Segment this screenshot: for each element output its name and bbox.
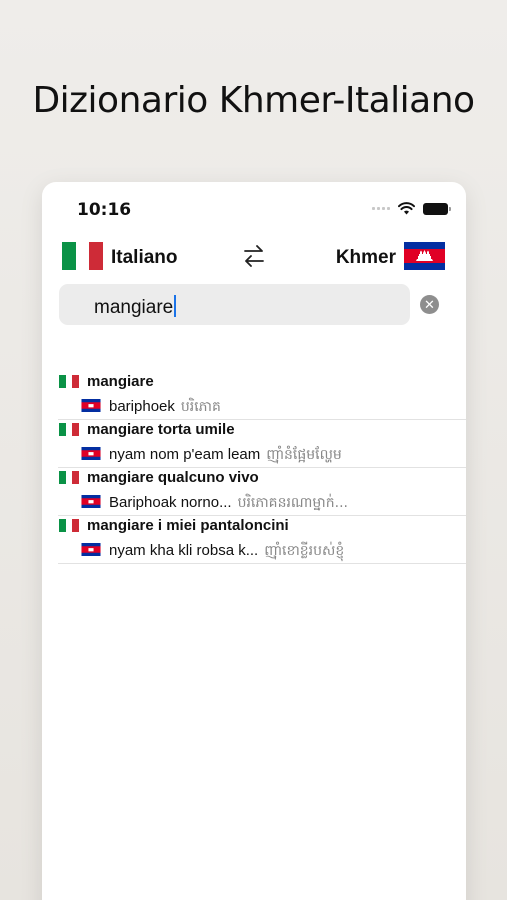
result-khmer: ញ៉ាំខោខ្លីរបស់ខ្ញុំ bbox=[264, 543, 345, 559]
text-caret bbox=[174, 295, 177, 317]
search-query[interactable]: mangiare bbox=[94, 297, 173, 318]
cambodia-flag-icon bbox=[81, 495, 101, 508]
result-term: mangiare bbox=[87, 373, 154, 390]
result-term: mangiare torta umile bbox=[87, 421, 235, 438]
result-item[interactable]: mangiare bariphoek បរិភោគ bbox=[42, 372, 466, 420]
italy-flag-icon bbox=[59, 375, 80, 388]
search-input[interactable]: mangiare bbox=[59, 284, 410, 325]
cambodia-flag-icon bbox=[81, 543, 101, 556]
italy-flag-icon bbox=[59, 423, 80, 436]
signal-icon bbox=[372, 207, 390, 210]
result-term: mangiare i miei pantaloncini bbox=[87, 517, 289, 534]
status-icons bbox=[372, 202, 451, 215]
result-item[interactable]: mangiare qualcuno vivo Bariphoak norno..… bbox=[42, 468, 466, 516]
result-item[interactable]: mangiare i miei pantaloncini nyam kha kl… bbox=[42, 516, 466, 564]
cambodia-flag-icon[interactable] bbox=[404, 242, 445, 270]
cambodia-flag-icon bbox=[81, 447, 101, 460]
headline: Dizionario Khmer-Italiano bbox=[32, 80, 475, 121]
status-bar: 10:16 bbox=[42, 182, 466, 232]
phone-frame: 10:16 Italiano Khmer mangiare ✕ mangiare… bbox=[42, 182, 466, 900]
status-time: 10:16 bbox=[77, 200, 132, 220]
italy-flag-icon[interactable] bbox=[62, 242, 104, 270]
target-language[interactable]: Khmer bbox=[336, 247, 396, 269]
source-language[interactable]: Italiano bbox=[111, 247, 178, 269]
result-transliteration: nyam nom p'eam leam bbox=[109, 446, 261, 463]
italy-flag-icon bbox=[59, 519, 80, 532]
result-term: mangiare qualcuno vivo bbox=[87, 469, 259, 486]
battery-icon bbox=[423, 202, 451, 215]
italy-flag-icon bbox=[59, 471, 80, 484]
cambodia-flag-icon bbox=[81, 399, 101, 412]
results-list: mangiare bariphoek បរិភោគ mangiare torta … bbox=[42, 372, 466, 564]
divider bbox=[58, 563, 466, 564]
language-bar: Italiano Khmer bbox=[42, 240, 466, 276]
result-transliteration: nyam kha kli robsa k... bbox=[109, 542, 259, 559]
result-khmer: បរិភោគ bbox=[180, 399, 221, 415]
result-khmer: ញ៉ាំនំផ្អែមល្ហែម bbox=[266, 447, 342, 463]
swap-arrows-icon[interactable] bbox=[242, 243, 266, 269]
result-transliteration: Bariphoak norno... bbox=[109, 494, 232, 511]
result-khmer: បរិភោគនរណាម្នាក់... bbox=[237, 495, 348, 511]
result-item[interactable]: mangiare torta umile nyam nom p'eam leam… bbox=[42, 420, 466, 468]
wifi-icon bbox=[398, 202, 415, 215]
clear-search-icon[interactable]: ✕ bbox=[420, 295, 439, 314]
result-transliteration: bariphoek bbox=[109, 398, 175, 415]
